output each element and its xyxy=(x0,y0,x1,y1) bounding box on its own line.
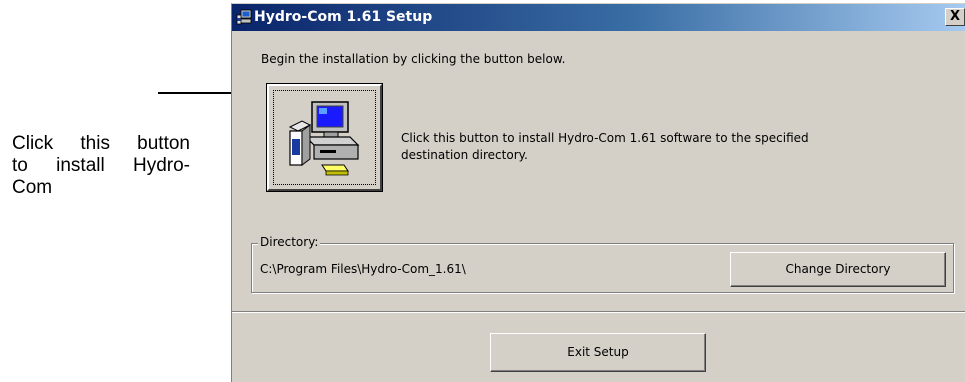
change-directory-button[interactable]: Change Directory xyxy=(730,252,946,287)
separator-highlight xyxy=(232,312,965,313)
intro-text: Begin the installation by clicking the b… xyxy=(261,52,566,66)
install-description: Click this button to install Hydro-Com 1… xyxy=(401,130,921,164)
setup-window: Hydro-Com 1.61 Setup X Begin the install… xyxy=(231,3,965,382)
directory-path: C:\Program Files\Hydro-Com_1.61\ xyxy=(260,262,466,276)
setup-icon xyxy=(236,9,252,25)
window-title: Hydro-Com 1.61 Setup xyxy=(254,9,433,25)
install-description-line-2: destination directory. xyxy=(401,148,528,162)
install-button[interactable] xyxy=(266,83,383,192)
directory-label: Directory: xyxy=(258,235,321,249)
annotation-line-2: to install Hydro- xyxy=(12,155,190,176)
computer-setup-icon xyxy=(288,101,360,176)
annotation-text: Click this button to install Hydro- Com xyxy=(12,133,190,199)
install-description-line-1: Click this button to install Hydro-Com 1… xyxy=(401,131,809,145)
exit-setup-button[interactable]: Exit Setup xyxy=(490,333,706,372)
title-bar[interactable]: Hydro-Com 1.61 Setup X xyxy=(232,4,965,31)
close-icon: X xyxy=(949,9,961,24)
close-button[interactable]: X xyxy=(945,8,965,26)
annotation-line-3: Com xyxy=(12,177,53,198)
annotation-line-1: Click this button xyxy=(12,133,190,154)
